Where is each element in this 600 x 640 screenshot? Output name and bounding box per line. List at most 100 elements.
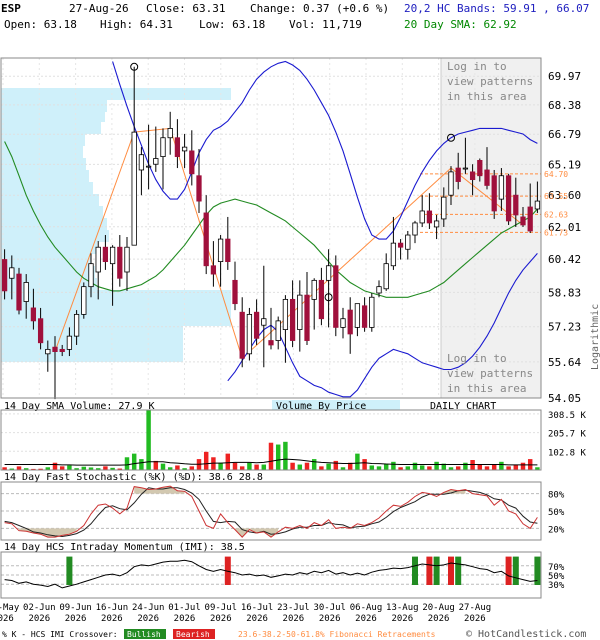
- bull-candle-body: [9, 267, 15, 279]
- volume-tick-label: 205.7 K: [548, 430, 587, 440]
- volume-panel: 14 Day SMA Volume: 27.9 K Volume By Price…: [0, 400, 587, 471]
- candle: [160, 128, 166, 190]
- volume-bar: [203, 451, 209, 470]
- volume-bar: [412, 462, 418, 470]
- candle: [181, 134, 188, 169]
- bear-candle-body: [477, 160, 483, 177]
- fib-level-label: 61.73: [544, 228, 568, 237]
- login-overlay-text: view patterns: [447, 75, 533, 88]
- bullish-crossover-marker: [66, 556, 73, 585]
- bull-candle-body: [419, 210, 425, 224]
- volume-bar: [254, 464, 259, 470]
- bear-candle-body: [347, 309, 353, 335]
- bull-candle-body: [261, 318, 267, 326]
- volume-bar: [247, 462, 252, 470]
- date-tick-year: 2026: [0, 614, 14, 624]
- bull-candle-body: [88, 263, 94, 288]
- bull-candle-body: [433, 220, 440, 228]
- bull-candle-body: [405, 234, 411, 250]
- date-tick-year: 2026: [65, 614, 87, 624]
- volume-bar: [139, 459, 144, 470]
- volume-bar: [146, 410, 151, 470]
- volume-by-price-bar: [1, 194, 99, 206]
- low-label: Low: 63.18: [199, 18, 265, 31]
- candle: [203, 195, 209, 275]
- volume-bar: [477, 464, 483, 470]
- volume-by-price-bar: [1, 206, 103, 218]
- bear-candle-body: [117, 246, 123, 279]
- volume-by-price-bar: [1, 218, 107, 230]
- bear-candle-body: [16, 273, 22, 311]
- bull-candle-body: [376, 286, 382, 294]
- bullish-crossover-marker: [412, 556, 418, 585]
- candle: [261, 265, 267, 368]
- bearish-crossover-marker: [505, 556, 512, 585]
- candle: [239, 297, 245, 368]
- candle: [232, 261, 238, 311]
- candle: [354, 303, 361, 337]
- bear-candle-body: [455, 167, 461, 182]
- candle: [81, 282, 87, 319]
- stochastic-tick-label: 80%: [548, 491, 565, 501]
- sma-label: 20 Day SMA: 62.92: [404, 18, 517, 31]
- bear-candle-body: [174, 137, 181, 158]
- candle: [289, 280, 296, 348]
- bear-candle-body: [225, 238, 231, 263]
- volume-bar: [59, 466, 65, 470]
- volume-by-price-bar: [1, 170, 89, 182]
- date-tick-label: 13-Aug: [386, 603, 419, 613]
- fib-legend: 23.6-38.2-50-61.8% Fibonacci Retracement…: [238, 630, 436, 639]
- volume-by-price-bar: [1, 134, 85, 146]
- volume-bar: [232, 462, 238, 470]
- bear-candle-body: [318, 279, 325, 320]
- candle: [340, 307, 346, 339]
- date-tick-label: 30-Jul: [313, 603, 346, 613]
- date-tick-year: 2026: [246, 614, 268, 624]
- candle: [189, 130, 195, 186]
- volume-bar: [427, 466, 432, 470]
- volume-bar: [376, 466, 382, 470]
- bear-candle-body: [491, 175, 497, 212]
- bull-candle-body: [160, 137, 166, 158]
- bull-candle-body: [45, 348, 51, 355]
- date-tick-year: 2026: [210, 614, 232, 624]
- candle: [124, 237, 130, 291]
- volume-bar: [268, 442, 274, 470]
- candle: [426, 193, 433, 229]
- bull-candle-body: [81, 286, 87, 315]
- candle: [210, 241, 217, 287]
- stochastic-tick-label: 20%: [548, 525, 565, 535]
- bull-candle-body: [167, 128, 173, 139]
- candle: [311, 278, 317, 330]
- date-tick-year: 2026: [464, 614, 486, 624]
- volume-bar: [103, 466, 108, 470]
- bull-candle-body: [534, 200, 541, 210]
- candle: [246, 307, 253, 361]
- bear-candle-body: [210, 265, 217, 275]
- bear-candle-body: [527, 206, 533, 232]
- crossover-legend: % K - HCS IMI Crossover:: [2, 630, 118, 639]
- bull-candle-body: [325, 265, 332, 281]
- candle: [153, 126, 159, 172]
- candle: [225, 216, 231, 270]
- date-label: 27-Aug-26: [69, 2, 129, 15]
- price-tick-label: 55.64: [548, 356, 581, 369]
- pattern-shade-region: [441, 58, 541, 398]
- bear-candle-body: [196, 175, 202, 202]
- candle: [268, 307, 274, 350]
- bear-candle-body: [469, 171, 476, 181]
- imi-title: 14 Day HCS Intraday Momentum (IMI): 38.5: [4, 542, 245, 553]
- date-tick-label: 27-May: [0, 603, 20, 613]
- bear-candle-body: [52, 346, 58, 352]
- volume-bar: [290, 462, 295, 470]
- volume-bar: [160, 463, 166, 470]
- candle: [217, 235, 224, 287]
- bear-candle-body: [203, 212, 209, 267]
- price-tick-label: 69.97: [548, 70, 581, 83]
- login-overlay-text: Log in to: [447, 352, 507, 365]
- bear-candle-body: [239, 311, 245, 359]
- volume-bar: [326, 463, 331, 470]
- bull-candle-body: [246, 313, 253, 355]
- fib-level-label: 64.70: [544, 170, 568, 179]
- price-tick-label: 68.38: [548, 99, 581, 112]
